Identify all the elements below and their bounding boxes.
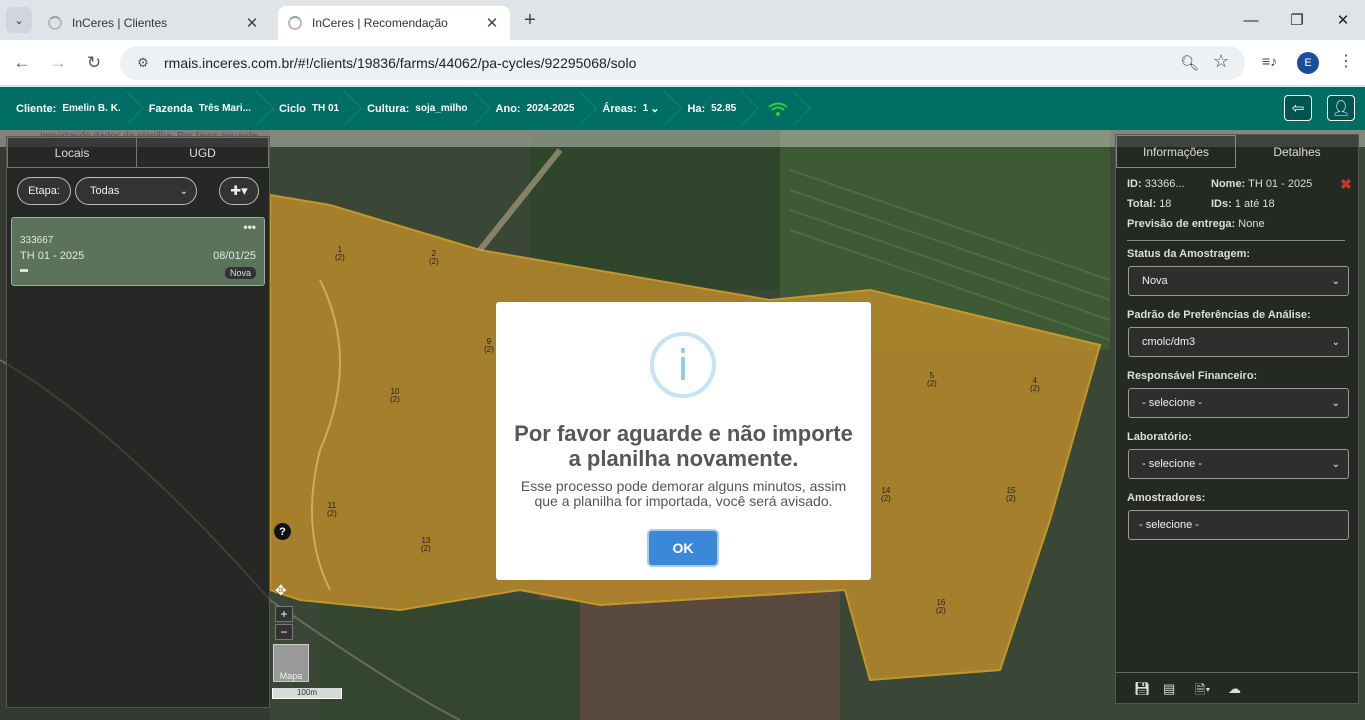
info-icon: i bbox=[650, 332, 716, 398]
ok-button[interactable]: OK bbox=[649, 531, 717, 565]
modal-title: Por favor aguarde e não importe a planil… bbox=[514, 421, 853, 471]
modal-text: Esse processo pode demorar alguns minuto… bbox=[520, 478, 847, 509]
alert-modal: i Por favor aguarde e não importe a plan… bbox=[496, 302, 871, 580]
modal-overlay: i Por favor aguarde e não importe a plan… bbox=[0, 0, 1365, 720]
